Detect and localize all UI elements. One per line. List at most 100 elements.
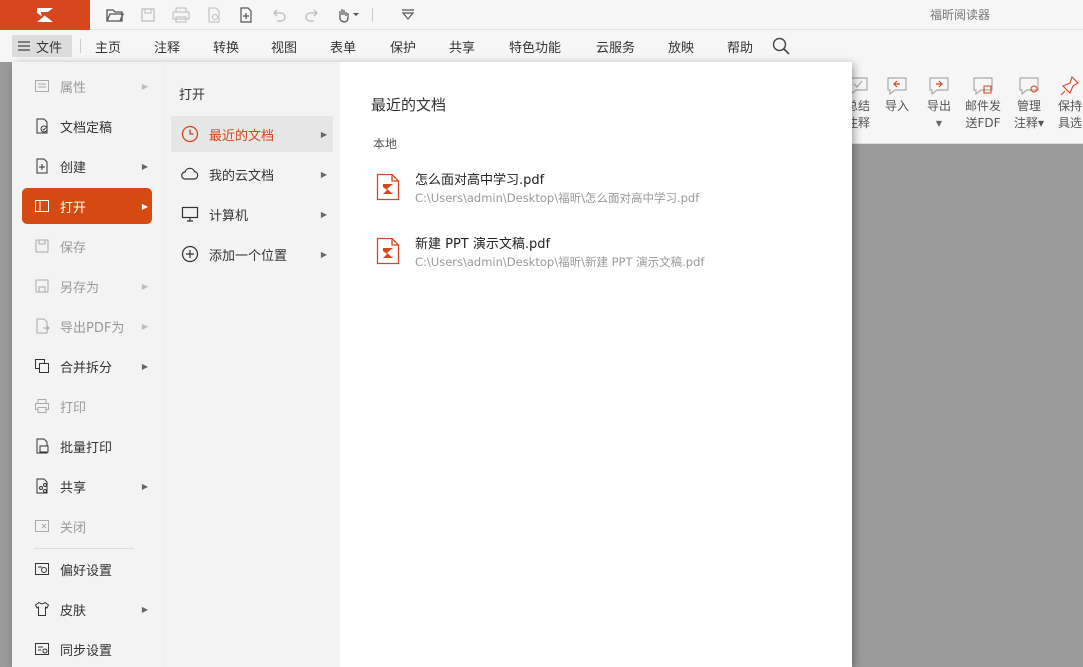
file-menu-item-merge-split[interactable]: 合并拆分 ▶ xyxy=(22,348,152,384)
menu-home[interactable]: 主页 xyxy=(95,37,121,56)
recent-doc-item[interactable]: 怎么面对高中学习.pdf C:\Users\admin\Desktop\福昕\怎… xyxy=(372,169,832,217)
hand-tool-icon[interactable] xyxy=(334,0,364,30)
file-menu-item-open[interactable]: 打开 ▶ xyxy=(22,188,152,224)
recent-documents-title: 最近的文档 xyxy=(371,96,447,114)
file-menu-item-share[interactable]: 共享 ▶ xyxy=(22,468,152,504)
recent-documents-panel: 最近的文档 本地 怎么面对高中学习.pdf C:\Users\admin\Des… xyxy=(340,62,852,667)
customize-toolbar-icon[interactable] xyxy=(394,0,422,30)
file-menu-item-print[interactable]: 打印 xyxy=(22,388,152,424)
chevron-right-icon: ▶ xyxy=(320,169,327,179)
open-item-add-location[interactable]: 添加一个位置 ▶ xyxy=(171,236,333,272)
menu-convert[interactable]: 转换 xyxy=(213,37,239,56)
file-menu-item-batch-print[interactable]: 批量打印 xyxy=(22,428,152,464)
manage-comments-icon xyxy=(1019,77,1039,96)
menu-form[interactable]: 表单 xyxy=(330,37,356,56)
new-doc-icon[interactable] xyxy=(232,0,260,30)
open-submenu-heading: 打开 xyxy=(179,88,206,103)
open-item-cloud[interactable]: 我的云文档 ▶ xyxy=(171,156,333,192)
file-menu-item-close[interactable]: 关闭 xyxy=(22,508,152,544)
quick-access-divider xyxy=(372,8,373,22)
file-menu-label: 共享 xyxy=(60,480,87,496)
file-menu-button[interactable]: 文件 xyxy=(12,35,72,57)
redo-icon[interactable] xyxy=(298,0,326,30)
menu-comment[interactable]: 注释 xyxy=(154,37,180,56)
ribbon-label-2: 注释▾ xyxy=(1013,116,1045,130)
open-submenu: 打开 最近的文档 ▶ 我的云文档 ▶ 计算机 ▶ 添加一个位置 ▶ xyxy=(164,62,340,667)
ribbon-label: 导入 xyxy=(884,99,909,113)
file-menu-label: 批量打印 xyxy=(60,440,113,456)
chevron-right-icon: ▶ xyxy=(141,201,148,211)
ribbon-label: 导出 xyxy=(926,99,951,113)
foxit-logo-icon xyxy=(37,8,53,22)
share-icon xyxy=(34,478,50,494)
import-button[interactable]: 导入 xyxy=(875,70,919,115)
file-menu-label: 偏好设置 xyxy=(60,563,113,579)
manage-comments-button[interactable]: 管理 注释▾ xyxy=(1007,70,1051,132)
file-menu-panel: 属性 ▶ 文档定稿 创建 ▶ 打开 ▶ 保存 另存为 ▶ 导出PDF为 ▶ 合并… xyxy=(12,62,852,667)
chevron-right-icon: ▶ xyxy=(320,249,327,259)
recent-doc-name: 新建 PPT 演示文稿.pdf xyxy=(415,237,551,252)
file-menu-item-preferences[interactable]: 偏好设置 xyxy=(22,551,152,587)
file-menu-item-save-as[interactable]: 另存为 ▶ xyxy=(22,268,152,304)
menu-slideshow[interactable]: 放映 xyxy=(668,37,694,56)
menu-view[interactable]: 视图 xyxy=(271,37,297,56)
save-as-icon xyxy=(34,278,50,294)
menu-protect[interactable]: 保护 xyxy=(390,37,416,56)
chevron-right-icon: ▶ xyxy=(141,604,148,614)
batch-print-icon xyxy=(34,438,50,454)
keep-tool-button[interactable]: 保持 具选 xyxy=(1048,70,1083,132)
chevron-right-icon: ▶ xyxy=(320,209,327,219)
file-menu-item-save[interactable]: 保存 xyxy=(22,228,152,264)
email-fdf-button[interactable]: 邮件发 送FDF xyxy=(961,70,1005,132)
open-item-computer[interactable]: 计算机 ▶ xyxy=(171,196,333,232)
scan-icon[interactable] xyxy=(200,0,228,30)
recent-doc-name: 怎么面对高中学习.pdf xyxy=(415,173,545,188)
cloud-icon xyxy=(181,165,199,183)
chevron-right-icon: ▶ xyxy=(141,281,148,291)
ribbon-dropdown-caret: ▼ xyxy=(935,119,943,128)
merge-split-icon xyxy=(34,358,50,374)
pdf-file-icon xyxy=(376,173,400,205)
file-menu-label: 保存 xyxy=(60,240,87,256)
file-menu-label: 打开 xyxy=(60,200,87,216)
save-quick-icon[interactable] xyxy=(134,0,162,30)
print-icon xyxy=(34,398,50,414)
print-quick-icon[interactable] xyxy=(167,0,195,30)
open-item-recent[interactable]: 最近的文档 ▶ xyxy=(171,116,333,152)
open-item-label: 添加一个位置 xyxy=(209,248,288,264)
open-folder-icon[interactable] xyxy=(101,0,129,30)
file-menu-item-sync-settings[interactable]: 同步设置 xyxy=(22,631,152,667)
file-menu-item-export-pdf[interactable]: 导出PDF为 ▶ xyxy=(22,308,152,344)
menu-features[interactable]: 特色功能 xyxy=(509,37,561,56)
export-pdf-icon xyxy=(34,318,50,334)
ribbon-label: 邮件发 xyxy=(964,99,1001,113)
file-menu-label: 同步设置 xyxy=(60,643,113,659)
file-menu-item-create[interactable]: 创建 ▶ xyxy=(22,148,152,184)
ribbon-label: 管理 xyxy=(1016,99,1041,113)
file-menu-item-skin[interactable]: 皮肤 ▶ xyxy=(22,591,152,627)
recent-doc-item[interactable]: 新建 PPT 演示文稿.pdf C:\Users\admin\Desktop\福… xyxy=(372,233,832,281)
search-icon[interactable] xyxy=(772,37,790,59)
ribbon-label-2: 具选 xyxy=(1057,116,1082,130)
computer-icon xyxy=(181,205,199,223)
menu-share[interactable]: 共享 xyxy=(449,37,475,56)
save-icon xyxy=(34,238,50,254)
file-menu-label: 属性 xyxy=(60,80,87,96)
app-logo[interactable] xyxy=(0,0,90,30)
menu-cloud[interactable]: 云服务 xyxy=(596,37,635,56)
chevron-right-icon: ▶ xyxy=(141,481,148,491)
file-menu-label: 关闭 xyxy=(60,520,87,536)
undo-icon[interactable] xyxy=(265,0,293,30)
menu-help[interactable]: 帮助 xyxy=(727,37,753,56)
preferences-icon xyxy=(34,561,50,577)
ribbon-toolbar: 总结 注释 导入 导出 ▼ 邮件发 送FDF 管理 注释▾ 保持 具选 xyxy=(846,62,1083,144)
file-menu-item-properties[interactable]: 属性 ▶ xyxy=(22,68,152,104)
finalize-doc-icon xyxy=(34,118,50,134)
file-menu-item-finalize[interactable]: 文档定稿 xyxy=(22,108,152,144)
file-menu-label: 打印 xyxy=(60,400,87,416)
clock-icon xyxy=(181,125,199,143)
export-icon xyxy=(929,77,949,96)
menu-divider xyxy=(80,39,81,53)
export-button[interactable]: 导出 ▼ xyxy=(917,70,961,132)
file-menu-label: 文档定稿 xyxy=(60,120,113,136)
